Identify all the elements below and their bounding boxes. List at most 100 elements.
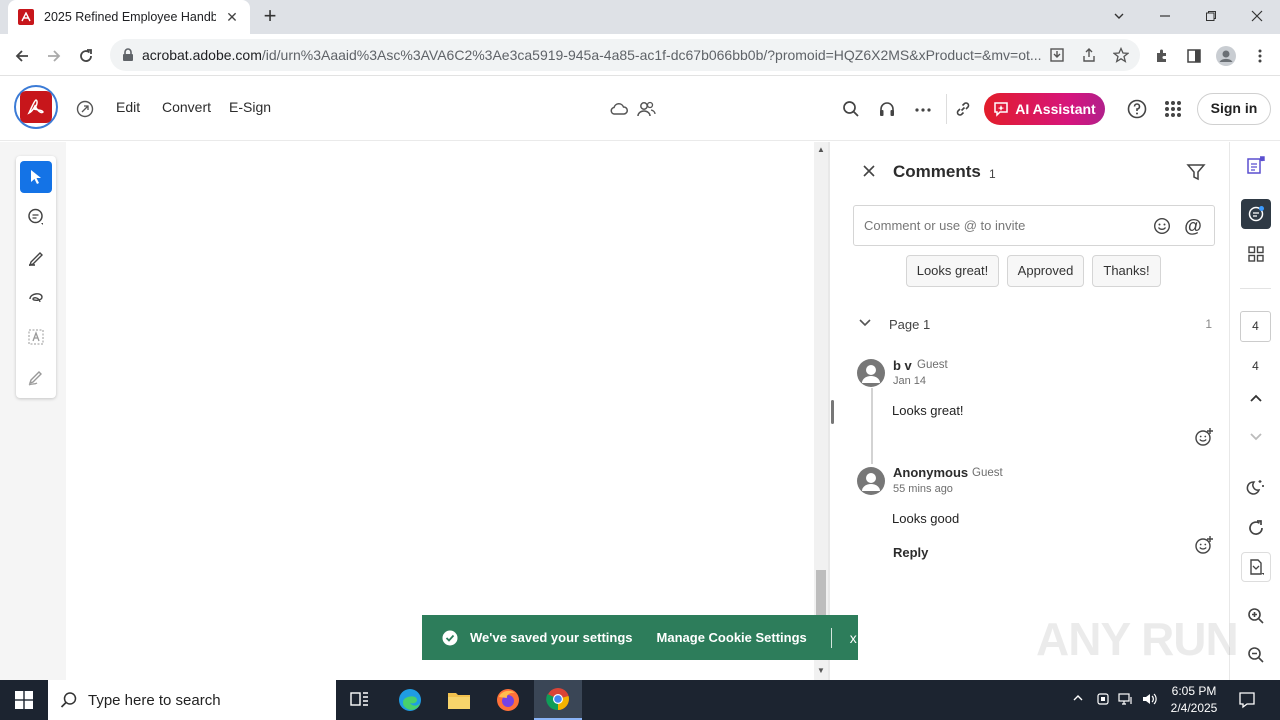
menu-e-sign[interactable]: E-Sign xyxy=(229,99,271,115)
back-arrow-icon[interactable] xyxy=(9,43,35,69)
share-icon[interactable] xyxy=(1080,47,1098,65)
scroll-down-arrow-icon[interactable]: ▼ xyxy=(814,664,828,678)
ai-assistant-icon xyxy=(994,102,1009,117)
notification-center-icon[interactable] xyxy=(1238,691,1256,709)
comment-input-box[interactable]: @ xyxy=(853,205,1215,246)
bookmark-star-icon[interactable] xyxy=(1112,46,1130,65)
tray-device-icon[interactable] xyxy=(1095,692,1111,708)
rotate-icon[interactable] xyxy=(1241,513,1271,543)
side-panel-icon[interactable] xyxy=(1181,43,1207,69)
edit-pdf-panel-icon[interactable] xyxy=(1241,150,1271,180)
comment-author-role: Guest xyxy=(972,467,1003,479)
page-view-icon[interactable] xyxy=(1241,552,1271,582)
tray-chevron-up-icon[interactable] xyxy=(1070,692,1086,708)
acrobat-favicon-icon xyxy=(18,9,34,25)
network-icon[interactable] xyxy=(1118,692,1134,708)
previous-page-chevron-up-icon[interactable] xyxy=(1241,383,1271,413)
scroll-up-arrow-icon[interactable]: ▲ xyxy=(814,143,828,157)
comment-author: Anonymous xyxy=(893,465,969,480)
taskbar-clock[interactable]: 6:05 PM 2/4/2025 xyxy=(1164,683,1224,717)
more-options-icon[interactable] xyxy=(911,97,935,121)
firefox-icon[interactable] xyxy=(484,680,532,720)
taskbar-search-icon xyxy=(60,692,77,708)
sign-tool-icon[interactable] xyxy=(20,361,52,393)
menu-convert[interactable]: Convert xyxy=(162,99,211,115)
sign-in-button[interactable]: Sign in xyxy=(1197,93,1271,125)
apps-grid-icon[interactable] xyxy=(1161,97,1185,121)
cloud-icon[interactable] xyxy=(607,97,631,121)
comment-input[interactable] xyxy=(864,218,1144,233)
zoom-in-icon[interactable] xyxy=(1241,601,1271,631)
current-page-input[interactable]: 4 xyxy=(1240,311,1271,342)
comment-author-role: Guest xyxy=(917,359,948,371)
next-page-chevron-down-icon[interactable] xyxy=(1241,422,1271,452)
reload-icon[interactable] xyxy=(73,43,99,69)
extensions-puzzle-icon[interactable] xyxy=(1149,43,1175,69)
quick-reply-thanks[interactable]: Thanks! xyxy=(1092,255,1161,287)
menu-edit[interactable]: Edit xyxy=(116,99,140,115)
manage-cookie-settings-link[interactable]: Manage Cookie Settings xyxy=(657,630,807,645)
avatar xyxy=(857,467,885,495)
windows-start-button[interactable] xyxy=(0,680,48,720)
install-app-icon[interactable] xyxy=(1048,47,1066,65)
tools-circle-icon[interactable] xyxy=(73,97,97,121)
ai-assistant-button[interactable]: AI Assistant xyxy=(984,93,1105,125)
right-rail: 4 4 xyxy=(1229,142,1280,680)
lock-icon xyxy=(123,48,133,61)
document-scrollbar[interactable]: ▲ ▼ xyxy=(814,142,828,680)
add-reaction-icon[interactable] xyxy=(1194,427,1214,447)
search-icon[interactable] xyxy=(839,97,863,121)
close-window-button[interactable] xyxy=(1245,4,1269,28)
help-icon[interactable] xyxy=(1125,97,1149,121)
zoom-out-icon[interactable] xyxy=(1241,640,1271,670)
browser-tab[interactable]: 2025 Refined Employee Handbook ✕ xyxy=(8,0,250,34)
profile-avatar-icon[interactable] xyxy=(1213,43,1239,69)
volume-icon[interactable] xyxy=(1142,692,1158,708)
mention-at-icon[interactable]: @ xyxy=(1184,217,1202,235)
page-group-label: Page 1 xyxy=(889,317,931,332)
new-tab-button[interactable]: + xyxy=(258,5,282,29)
scrollbar-thumb[interactable] xyxy=(816,570,826,618)
dark-mode-icon[interactable] xyxy=(1241,472,1271,502)
comment-timestamp: 55 mins ago xyxy=(893,483,953,495)
taskbar-search-box[interactable]: Type here to search xyxy=(48,680,336,720)
share-people-icon[interactable] xyxy=(634,97,658,121)
quick-reply-approved[interactable]: Approved xyxy=(1007,255,1084,287)
thumbnails-grid-icon[interactable] xyxy=(1241,239,1271,269)
add-reaction-icon[interactable] xyxy=(1194,535,1214,555)
reply-button[interactable]: Reply xyxy=(893,545,928,560)
comments-panel-toggle-icon[interactable] xyxy=(1241,199,1271,229)
url-omnibox[interactable]: acrobat.adobe.com/id/urn%3Aaaid%3Asc%3AV… xyxy=(110,39,1140,71)
close-comments-icon[interactable] xyxy=(860,162,878,180)
minimize-button[interactable] xyxy=(1153,4,1177,28)
copy-link-icon[interactable] xyxy=(951,97,975,121)
browser-tab-bar: 2025 Refined Employee Handbook ✕ + xyxy=(0,0,1280,34)
select-tool-icon[interactable] xyxy=(20,161,52,193)
quick-reply-looks-great[interactable]: Looks great! xyxy=(906,255,999,287)
read-aloud-headphones-icon[interactable] xyxy=(875,97,899,121)
document-viewport[interactable] xyxy=(66,142,814,680)
task-view-icon[interactable] xyxy=(336,680,384,720)
filter-icon[interactable] xyxy=(1186,162,1206,182)
highlight-pen-tool-icon[interactable] xyxy=(20,241,52,273)
edge-browser-icon[interactable] xyxy=(386,680,434,720)
file-explorer-icon[interactable] xyxy=(435,680,483,720)
draw-freehand-tool-icon[interactable] xyxy=(20,281,52,313)
comments-panel: Comments 1 @ Looks great! Approved Thank… xyxy=(836,142,1228,680)
toast-close-button[interactable]: x xyxy=(850,630,857,646)
panel-resize-handle[interactable] xyxy=(831,400,834,424)
acrobat-logo[interactable] xyxy=(14,85,58,129)
chrome-icon[interactable] xyxy=(534,680,582,720)
chrome-menu-icon[interactable] xyxy=(1247,43,1273,69)
avatar xyxy=(857,359,885,387)
page-group-header[interactable]: Page 1 1 xyxy=(858,314,1218,334)
tab-close-icon[interactable]: ✕ xyxy=(224,9,240,26)
add-text-tool-icon[interactable] xyxy=(20,321,52,353)
emoji-icon[interactable] xyxy=(1153,217,1171,235)
cookie-settings-toast: We've saved your settings Manage Cookie … xyxy=(422,615,858,660)
comment-text: Looks good xyxy=(892,511,960,526)
forward-arrow-icon[interactable] xyxy=(41,43,67,69)
add-comment-tool-icon[interactable] xyxy=(20,201,52,233)
tab-search-chevron-icon[interactable] xyxy=(1107,4,1131,28)
restore-button[interactable] xyxy=(1199,4,1223,28)
